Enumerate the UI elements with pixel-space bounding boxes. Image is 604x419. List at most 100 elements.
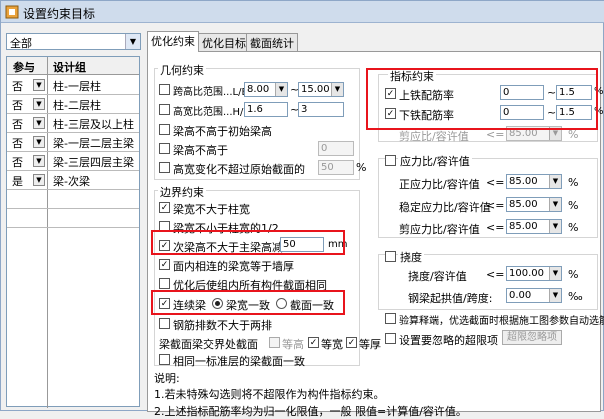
not-higher-checkbox[interactable] [159,143,170,154]
le-op: <= [486,221,505,234]
not-higher-initial-label: 梁高不高于初始梁高 [173,125,272,138]
shear-stress-select[interactable]: 85.00 ▼ [506,219,562,234]
chevron-down-icon[interactable]: ▼ [33,136,45,148]
percent-unit: % [356,161,367,174]
span-height-max-value: 15.00 [301,84,330,95]
table-row[interactable]: 是 ▼ 梁-次梁 [7,171,139,190]
table-row[interactable] [7,190,139,209]
window-title: 设置约束目标 [23,7,96,21]
equal-height-label: 等高 [282,338,304,351]
height-change-checkbox[interactable] [159,162,170,173]
chevron-down-icon[interactable]: ▼ [33,117,45,129]
group-name: 柱-一层柱 [53,80,101,93]
span-height-min[interactable]: 8.00 ▼ [244,82,288,97]
join-value: 否 [12,137,23,150]
camber-value: 0.00 [509,290,532,301]
chevron-down-icon[interactable]: ▼ [549,198,561,211]
table-row[interactable]: 否 ▼ 柱-二层柱 [7,95,139,114]
percent-unit: % [568,176,579,189]
calc-reinforce-checkbox[interactable] [385,313,396,324]
shear-ratio-label: 剪应比/容许值 [399,130,469,143]
le-op: <= [486,176,505,189]
table-row[interactable]: 否 ▼ 梁-三层四层主梁 [7,152,139,171]
wall-thickness-label: 面内相连的梁宽等于墙厚 [173,260,294,273]
boundary-group-title: 边界约束 [158,184,206,200]
width-le-column-label: 梁宽不大于柱宽 [173,203,250,216]
stability-stress-value: 85.00 [509,199,538,210]
width-height-min[interactable]: 1.6 [244,102,288,117]
chevron-down-icon[interactable]: ▼ [331,83,343,96]
chevron-down-icon[interactable]: ▼ [549,220,561,233]
percent-unit: % [568,268,579,281]
normal-stress-value: 85.00 [509,176,538,187]
same-section-checkbox[interactable] [159,278,170,289]
chevron-down-icon[interactable]: ▼ [125,34,140,49]
chevron-down-icon[interactable]: ▼ [33,98,45,110]
chevron-down-icon[interactable]: ▼ [549,267,561,280]
deflection-ratio-select[interactable]: 100.00 ▼ [506,266,562,281]
ignore-over-label: 设置要忽略的超限项 [399,334,498,347]
height-change-label: 高宽变化不超过原始截面的 [173,163,305,176]
deflection-checkbox[interactable] [385,251,396,262]
stress-checkbox[interactable] [385,155,396,166]
span-height-checkbox[interactable] [159,84,170,95]
camber-select[interactable]: 0.00 ▼ [506,288,562,303]
not-higher-input[interactable]: 0 [318,141,354,156]
deflection-ratio-label: 挠度/容许值 [408,270,467,283]
span-height-max[interactable]: 15.00 ▼ [298,82,344,97]
chevron-down-icon[interactable]: ▼ [549,289,561,302]
group-name: 柱-二层柱 [53,99,101,112]
tab-section-stats[interactable]: 截面统计 [246,33,298,51]
ignore-over-checkbox[interactable] [385,333,396,344]
tab-optimize-constraint[interactable]: 优化约束 [147,31,199,52]
group-name: 梁-次梁 [53,175,90,188]
chevron-down-icon[interactable]: ▼ [275,83,287,96]
highlight-box [151,290,345,315]
tab-optimize-target[interactable]: 优化目标 [198,33,250,51]
chevron-down-icon[interactable]: ▼ [33,174,45,186]
table-header: 参与 设计组 [7,57,139,75]
same-layer-checkbox[interactable] [159,354,170,365]
table-row[interactable]: 否 ▼ 梁-一层二层主梁 [7,133,139,152]
le-op: <= [486,199,505,212]
ignore-items-button[interactable]: 超限忽略项 [502,330,562,345]
equal-width-checkbox[interactable]: ✓ [308,337,319,348]
same-layer-label: 相同一标准层的梁截面一致 [173,355,305,368]
table-row[interactable]: 否 ▼ 柱-三层及以上柱 [7,114,139,133]
wall-thickness-checkbox[interactable]: ✓ [159,259,170,270]
width-le-column-checkbox[interactable]: ✓ [159,202,170,213]
height-change-input[interactable]: 50 [318,160,354,175]
title-bar: 设置约束目标 [1,1,604,23]
chevron-down-icon[interactable]: ▼ [33,155,45,167]
notes-line1: 1.若未特殊勾选则将不超限作为构件指标约束。 [154,388,385,401]
stability-stress-label: 稳定应力比/容许值 [399,201,491,214]
cross-section-label: 梁截面梁交界处截面 [159,338,258,351]
group-filter-value: 全部 [10,37,32,50]
width-height-max[interactable]: 3 [298,102,344,117]
equal-width-label: 等宽 [321,338,343,351]
notes-line2: 2.上述指标配筋率均为归一化限值，一般 限值=计算值/容许值。 [154,405,467,418]
deflection-ratio-value: 100.00 [509,268,544,279]
width-height-checkbox[interactable] [159,104,170,115]
group-name: 梁-三层四层主梁 [53,156,134,169]
equal-thickness-checkbox[interactable]: ✓ [346,337,357,348]
shear-stress-value: 85.00 [509,221,538,232]
rebar-rows-checkbox[interactable] [159,318,170,329]
shear-stress-label: 剪应力比/容许值 [399,223,480,236]
normal-stress-select[interactable]: 85.00 ▼ [506,174,562,189]
app-icon [5,5,19,19]
chevron-down-icon[interactable]: ▼ [549,175,561,188]
tab-panel: 几何约束 跨高比范围...L/B 8.00 ▼ ~ 15.00 ▼ 高宽比范围...… [147,51,604,418]
chevron-down-icon[interactable]: ▼ [33,79,45,91]
highlight-box [151,230,345,255]
percent-unit: % [568,221,579,234]
group-filter-select[interactable]: 全部 ▼ [6,33,141,50]
stability-stress-select[interactable]: 85.00 ▼ [506,197,562,212]
table-row[interactable]: 否 ▼ 柱-一层柱 [7,76,139,95]
group-name: 梁-一层二层主梁 [53,137,134,150]
not-higher-initial-checkbox[interactable] [159,124,170,135]
equal-height-checkbox[interactable] [269,337,280,348]
notes-title: 说明: [154,372,180,385]
table-row[interactable] [7,209,139,228]
join-value: 否 [12,99,23,112]
